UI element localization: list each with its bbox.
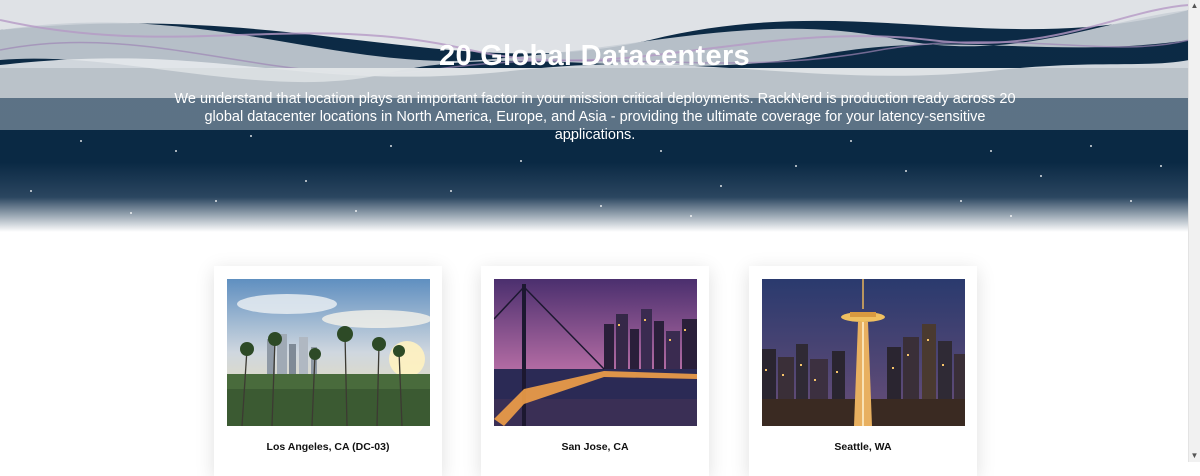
scroll-up-arrow-icon[interactable]: ▲ — [1190, 1, 1199, 11]
hero-section: 20 Global Datacenters We understand that… — [0, 0, 1189, 232]
hero-subtitle: We understand that location plays an imp… — [174, 91, 1016, 143]
location-card-seattle[interactable]: Seattle, WA — [749, 266, 977, 476]
vertical-scrollbar[interactable]: ▲ ▼ — [1188, 0, 1200, 462]
location-name: Los Angeles, CA (DC-03) — [266, 441, 390, 453]
seattle-space-needle-photo — [762, 279, 965, 426]
location-card-san-jose[interactable]: San Jose, CA — [481, 266, 709, 476]
los-angeles-skyline-photo — [227, 279, 430, 426]
bay-bridge-night-photo — [494, 279, 697, 426]
location-name: Seattle, WA — [834, 441, 892, 453]
page-title: 20 Global Datacenters — [439, 40, 750, 72]
location-card-los-angeles[interactable]: Los Angeles, CA (DC-03) — [214, 266, 442, 476]
location-name: San Jose, CA — [561, 441, 629, 453]
scroll-down-arrow-icon[interactable]: ▼ — [1190, 451, 1199, 461]
